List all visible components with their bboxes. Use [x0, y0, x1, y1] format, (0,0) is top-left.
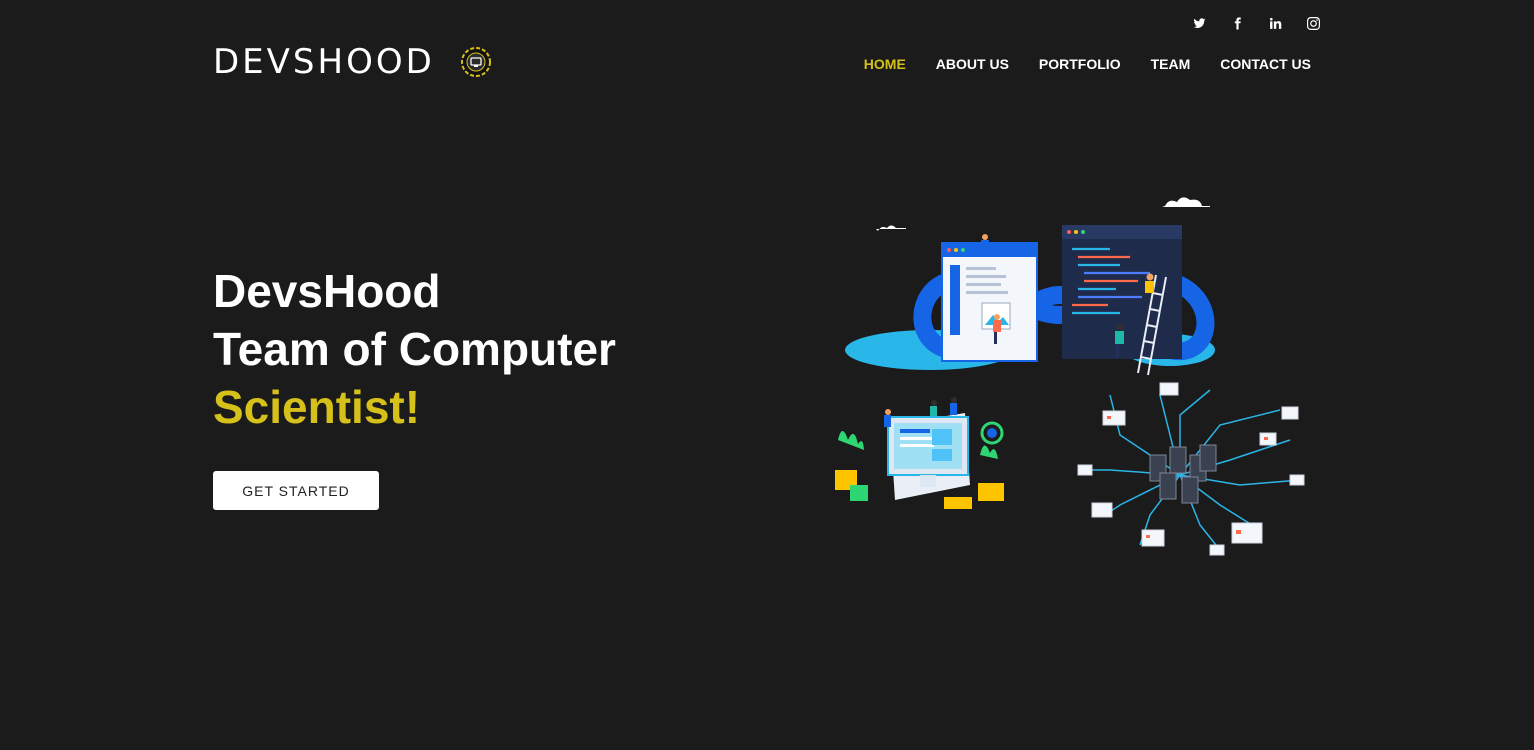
hero-line-tagline: Team of Computer — [213, 323, 616, 375]
devops-infinity-graphic — [845, 225, 1215, 376]
network-servers-graphic — [1077, 382, 1305, 556]
hero-heading: DevsHood Team of Computer Scientist! — [213, 262, 616, 436]
nav-about-us[interactable]: ABOUT US — [936, 55, 1009, 73]
main-nav: HOME ABOUT US PORTFOLIO TEAM CONTACT US — [864, 55, 1311, 73]
get-started-button[interactable]: GET STARTED — [213, 471, 379, 510]
facebook-link[interactable] — [1218, 14, 1256, 32]
hero-line-accent: Scientist! — [213, 381, 421, 433]
nav-team[interactable]: TEAM — [1151, 55, 1191, 73]
facebook-icon — [1234, 17, 1241, 29]
nav-portfolio[interactable]: PORTFOLIO — [1039, 55, 1121, 73]
twitter-link[interactable] — [1180, 14, 1218, 32]
linkedin-icon — [1269, 17, 1281, 29]
nav-home[interactable]: HOME — [864, 55, 906, 73]
page: DEVSHOOD HOME ABOUT US PORTFOLIO TEAM CO… — [0, 0, 1534, 750]
logo-text: DEVSHOOD — [213, 42, 435, 82]
logo-emblem-icon — [460, 47, 491, 77]
instagram-link[interactable] — [1294, 14, 1332, 32]
hero-illustration — [835, 197, 1305, 556]
social-links — [1180, 14, 1332, 32]
site-logo[interactable]: DEVSHOOD — [213, 42, 491, 82]
twitter-icon — [1193, 17, 1205, 28]
linkedin-link[interactable] — [1256, 14, 1294, 32]
instagram-icon — [1306, 16, 1320, 30]
hero-line-brand: DevsHood — [213, 265, 441, 317]
nav-contact-us[interactable]: CONTACT US — [1220, 55, 1311, 73]
workspace-graphic — [835, 397, 1004, 509]
